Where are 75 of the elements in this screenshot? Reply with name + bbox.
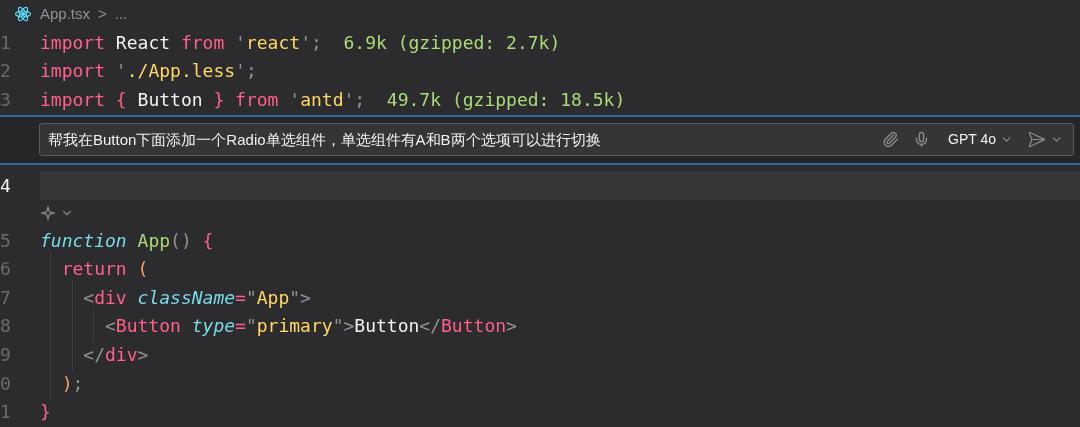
code-token: Button [354,314,420,339]
code-token: } [40,400,51,425]
code-token: "> [289,285,311,310]
code-token: > [506,314,517,339]
code-token: ( [136,257,149,282]
line-number: 3 [0,88,12,112]
code-token: import [40,30,106,55]
paperclip-icon [882,131,899,149]
code-token: > [137,342,149,367]
microphone-icon [913,131,930,149]
code-token: ' [234,30,246,55]
send-icon [1027,130,1046,150]
code-token: { [202,228,214,253]
code-token: { [114,88,127,112]
code-token: ) [60,371,73,396]
code-token: Button [115,314,181,339]
sparkle-icon [40,204,56,221]
send-button[interactable] [1027,130,1063,150]
code-token: ; [72,371,84,396]
code-token: } [213,88,225,112]
code-token: from [234,88,279,112]
breadcrumb-more[interactable]: ... [114,2,128,26]
line-number: 9 [0,342,12,367]
import-size-hint: 49.7k (gzipped: 18.5k) [385,88,626,112]
line-number: 0 [0,371,12,396]
code-token: () [170,228,193,253]
line-number: 4 [0,173,12,198]
code-token: < [104,314,116,339]
line-number: 8 [0,314,12,339]
code-token: React [114,30,172,55]
line-number: 7 [0,285,12,310]
code-token: </ [419,314,442,339]
code-token: from [180,30,225,55]
model-selector[interactable]: GPT 4o [948,129,1013,151]
code-token: import [40,59,106,84]
code-token: = [235,285,246,310]
code-token: function [40,228,127,253]
code-token: import [40,88,106,112]
code-token: " [245,285,257,310]
code-token: = [235,314,246,339]
code-token: " [245,314,257,339]
code-token: antd [300,88,344,112]
code-token: '; [300,30,322,55]
microphone-button[interactable] [913,131,930,149]
atom-icon [14,5,32,23]
line-number: 1 [0,400,12,425]
line-number: 2 [0,59,12,84]
code-token: className [136,285,236,310]
code-token: return [60,257,127,282]
code-token: Button [441,314,507,339]
chat-input[interactable]: 帮我在Button下面添加一个Radio单选组件，单选组件有A和B两个选项可以进行切换 GPT 4o [39,123,1074,157]
code-token: primary [256,314,333,339]
line-number: 6 [0,257,12,282]
attach-button[interactable] [882,131,899,149]
import-size-hint: 6.9k (gzipped: 2.7k) [342,30,561,55]
code-token: '; [343,88,366,112]
code-token: ' [114,59,127,84]
breadcrumb-separator: > [98,3,107,24]
breadcrumb-file[interactable]: App.tsx [40,2,91,26]
code-token: ./App.less [126,59,236,84]
code-token: react [245,30,301,55]
code-token: '; [235,59,257,84]
code-token: div [94,285,127,310]
code-token: App [256,285,290,310]
code-token: type [190,314,236,339]
code-token: </ [82,342,106,367]
code-token: ' [288,88,301,112]
code-token: < [82,285,95,310]
code-token: div [105,342,138,367]
code-token: App [136,228,171,253]
code-token: Button [136,88,204,112]
line-number: 5 [0,228,12,253]
code-token: "> [332,314,355,339]
line-number: 1 [0,30,12,55]
chat-input-text: 帮我在Button下面添加一个Radio单选组件，单选组件有A和B两个选项可以进行切换 [48,129,602,150]
